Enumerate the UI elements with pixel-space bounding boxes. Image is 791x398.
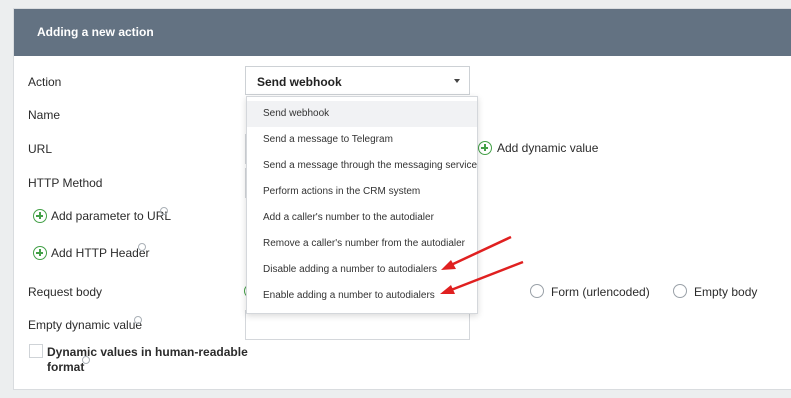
annotation-arrow-icon [441, 235, 512, 270]
annotation-arrows [440, 235, 524, 294]
